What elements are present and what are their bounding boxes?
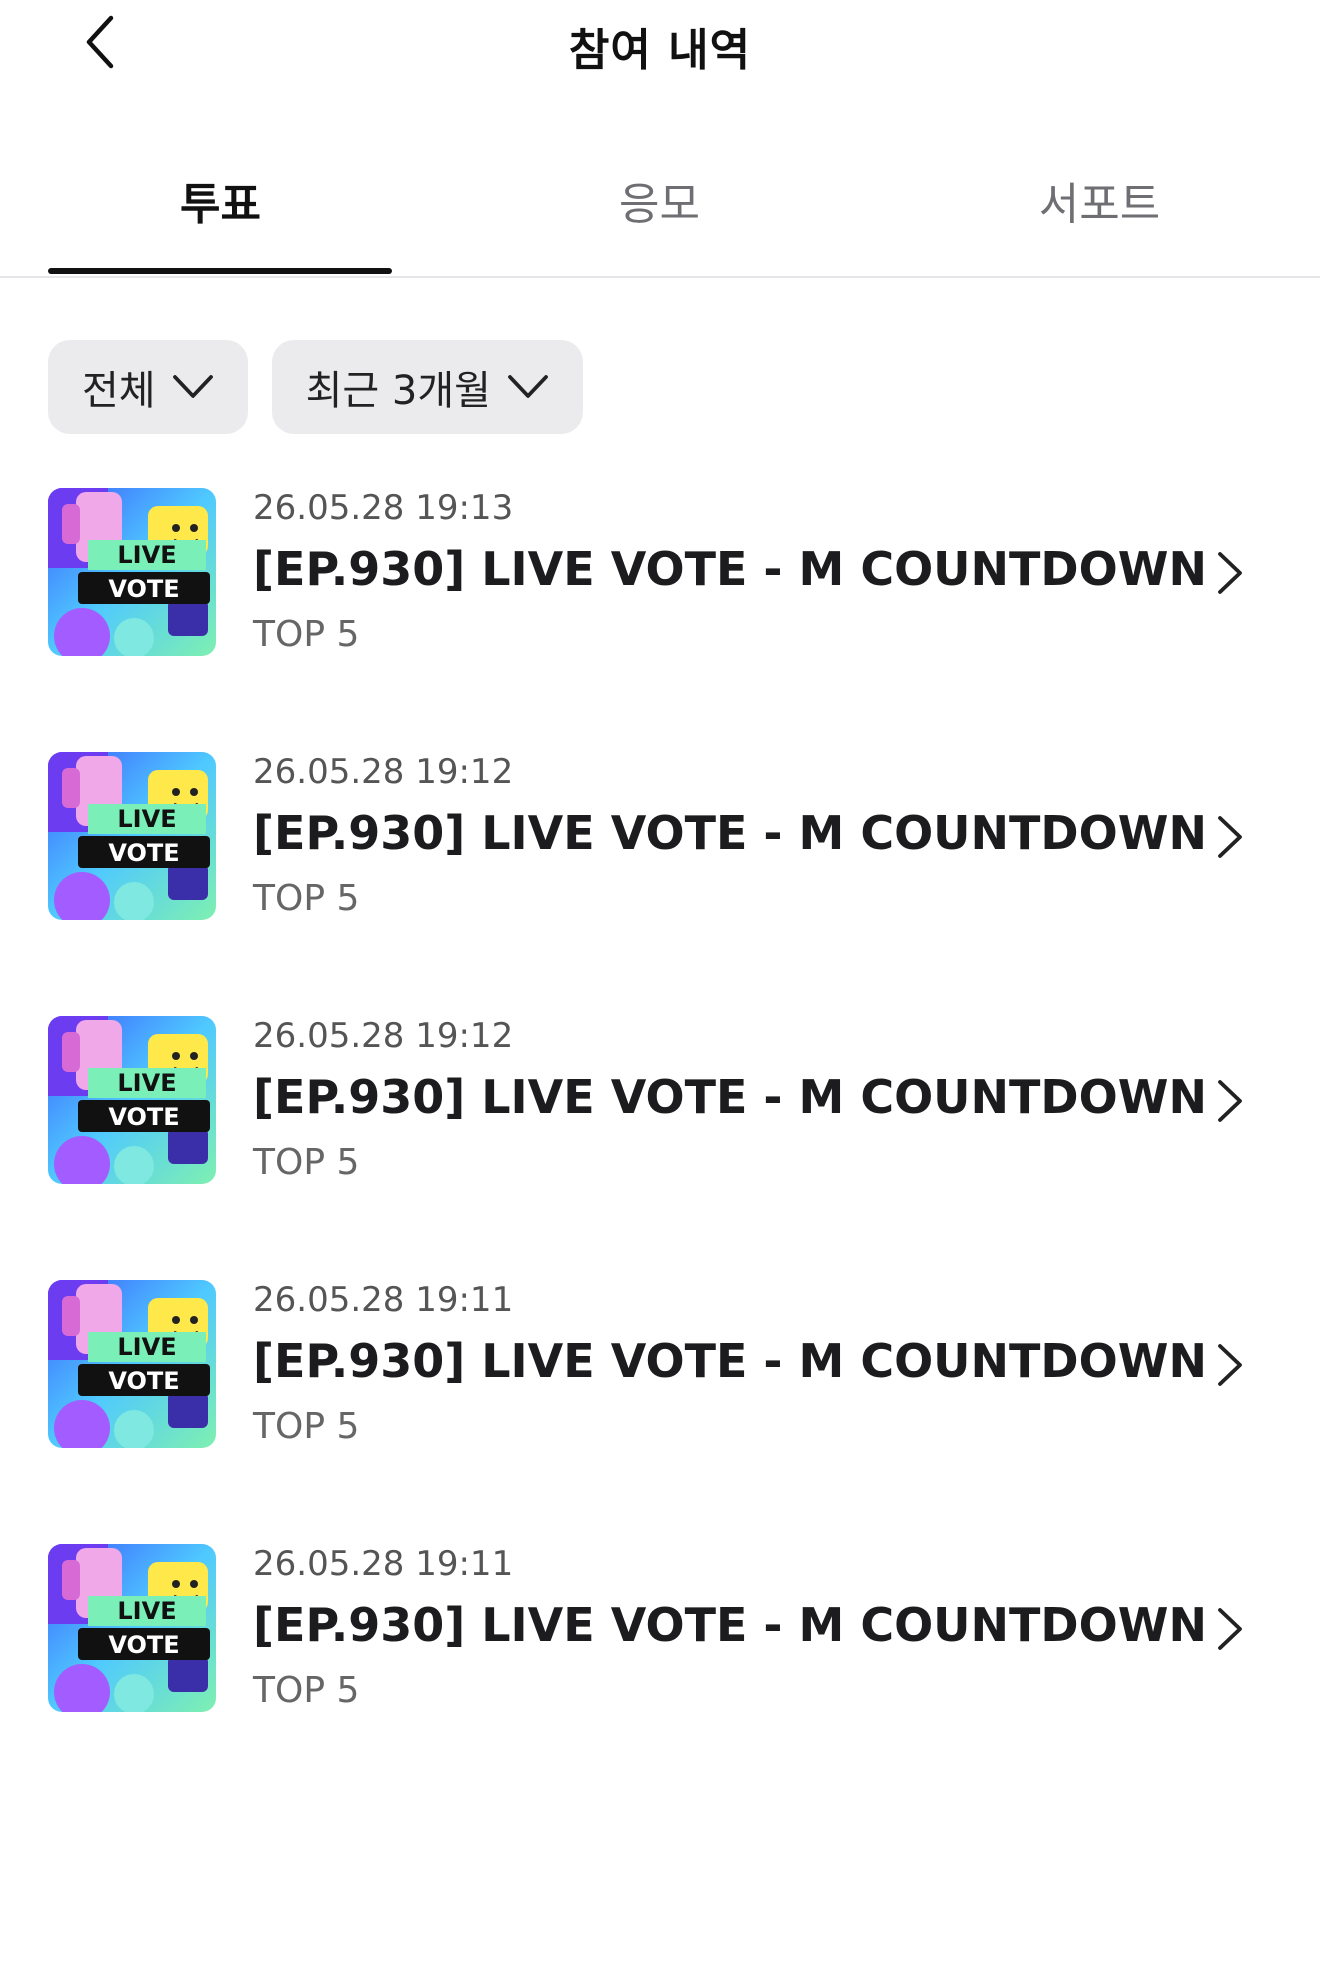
chevron-down-icon xyxy=(508,375,548,398)
item-subtitle: TOP 5 xyxy=(253,1142,360,1183)
thumb-text-live: LIVE xyxy=(117,805,176,833)
thumb-text-live: LIVE xyxy=(117,1597,176,1625)
thumb-text-vote: VOTE xyxy=(108,575,179,603)
chevron-right-icon xyxy=(1218,1608,1242,1650)
item-title: [EP.930] LIVE VOTE - M COUNTDOWN xyxy=(253,542,1207,596)
item-subtitle: TOP 5 xyxy=(253,614,360,655)
tab-bar: 투표 응모 서포트 xyxy=(0,150,1320,278)
item-title: [EP.930] LIVE VOTE - M COUNTDOWN xyxy=(253,1334,1207,1388)
thumb-text-vote: VOTE xyxy=(108,1103,179,1131)
live-vote-thumbnail: LIVE VOTE xyxy=(48,1544,216,1712)
item-title: [EP.930] LIVE VOTE - M COUNTDOWN xyxy=(253,806,1207,860)
live-vote-thumbnail: LIVE VOTE xyxy=(48,1016,216,1184)
thumb-text-vote: VOTE xyxy=(108,839,179,867)
period-filter-dropdown[interactable]: 최근 3개월 xyxy=(271,340,583,434)
list-item[interactable]: LIVE VOTE 26.05.28 19:12 [EP.930] LIVE V… xyxy=(0,752,1320,1016)
item-date: 26.05.28 19:12 xyxy=(253,1016,514,1056)
list-item[interactable]: LIVE VOTE 26.05.28 19:11 [EP.930] LIVE V… xyxy=(0,1544,1320,1808)
period-filter-label: 최근 3개월 xyxy=(305,368,491,414)
chevron-right-icon xyxy=(1218,1344,1242,1386)
tab-vote[interactable]: 투표 xyxy=(48,168,393,232)
item-date: 26.05.28 19:12 xyxy=(253,752,514,792)
tab-entry[interactable]: 응모 xyxy=(487,168,832,232)
list-item[interactable]: LIVE VOTE 26.05.28 19:11 [EP.930] LIVE V… xyxy=(0,1280,1320,1544)
thumb-text-live: LIVE xyxy=(117,1333,176,1361)
chevron-right-icon xyxy=(1218,1080,1242,1122)
page-title: 참여 내역 xyxy=(568,25,752,76)
item-date: 26.05.28 19:11 xyxy=(253,1544,514,1584)
item-title: [EP.930] LIVE VOTE - M COUNTDOWN xyxy=(253,1070,1207,1124)
tab-support[interactable]: 서포트 xyxy=(927,168,1272,232)
live-vote-thumbnail: LIVE VOTE xyxy=(48,488,216,656)
item-date: 26.05.28 19:13 xyxy=(253,488,514,528)
filter-bar: 전체 최근 3개월 xyxy=(48,340,583,434)
participation-list: LIVE VOTE 26.05.28 19:13 [EP.930] LIVE V… xyxy=(0,488,1320,1808)
item-subtitle: TOP 5 xyxy=(253,878,360,919)
thumb-text-vote: VOTE xyxy=(108,1631,179,1659)
thumb-text-live: LIVE xyxy=(117,541,176,569)
chevron-down-icon xyxy=(172,375,213,398)
item-subtitle: TOP 5 xyxy=(253,1406,360,1447)
live-vote-thumbnail: LIVE VOTE xyxy=(48,752,216,920)
list-item[interactable]: LIVE VOTE 26.05.28 19:12 [EP.930] LIVE V… xyxy=(0,1016,1320,1280)
thumb-text-vote: VOTE xyxy=(108,1367,179,1395)
item-date: 26.05.28 19:11 xyxy=(253,1280,514,1320)
list-item[interactable]: LIVE VOTE 26.05.28 19:13 [EP.930] LIVE V… xyxy=(0,488,1320,752)
chevron-right-icon xyxy=(1218,552,1242,594)
category-filter-label: 전체 xyxy=(82,368,156,414)
item-title: [EP.930] LIVE VOTE - M COUNTDOWN xyxy=(253,1598,1207,1652)
thumb-text-live: LIVE xyxy=(117,1069,176,1097)
top-bar: 참여 내역 xyxy=(0,0,1320,110)
chevron-right-icon xyxy=(1218,816,1242,858)
active-tab-indicator xyxy=(48,268,392,274)
item-subtitle: TOP 5 xyxy=(253,1670,360,1711)
category-filter-dropdown[interactable]: 전체 xyxy=(48,340,248,434)
live-vote-thumbnail: LIVE VOTE xyxy=(48,1280,216,1448)
